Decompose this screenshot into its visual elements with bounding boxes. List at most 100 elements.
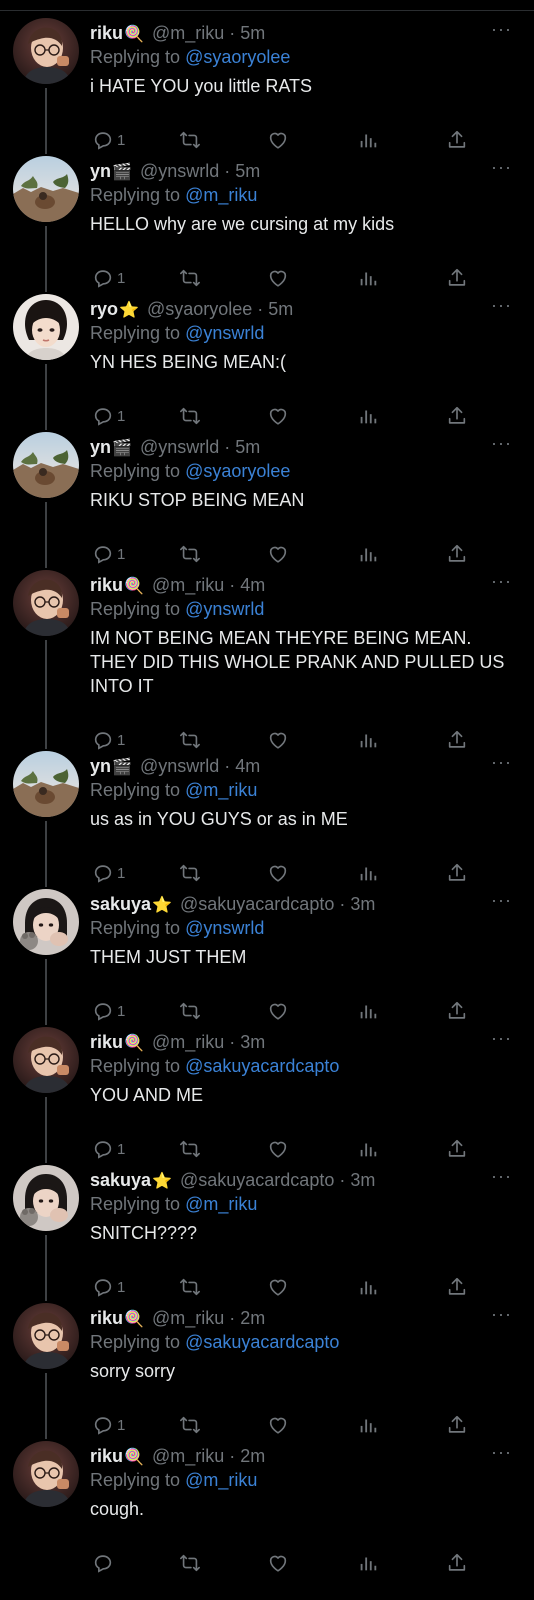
retweet-button[interactable] [179, 128, 201, 152]
share-button[interactable] [446, 1413, 468, 1437]
reply-button[interactable]: 1 [92, 542, 125, 566]
views-button[interactable] [357, 266, 379, 290]
reply-button[interactable]: 1 [92, 266, 125, 290]
user-handle[interactable]: @syaoryolee [147, 299, 252, 319]
tweet[interactable]: yn🎬 @ynswrld · 4m ··· Replying to @m_riku us a… [0, 751, 534, 897]
user-handle[interactable]: @m_riku [152, 23, 224, 43]
timestamp[interactable]: 5m [235, 161, 260, 181]
more-icon[interactable]: ··· [491, 156, 512, 178]
more-icon[interactable]: ··· [491, 432, 512, 454]
share-button[interactable] [446, 542, 468, 566]
user-handle[interactable]: @m_riku [152, 575, 224, 595]
like-button[interactable] [267, 404, 289, 428]
reply-button[interactable]: 1 [92, 404, 125, 428]
avatar[interactable] [13, 1027, 79, 1093]
timestamp[interactable]: 3m [240, 1032, 265, 1052]
more-icon[interactable]: ··· [491, 294, 512, 316]
display-name[interactable]: riku [90, 1308, 123, 1328]
display-name[interactable]: yn [90, 437, 111, 457]
mention-link[interactable]: @sakuyacardcapto [185, 1332, 339, 1352]
mention-link[interactable]: @ynswrld [185, 599, 264, 619]
retweet-button[interactable] [179, 728, 201, 752]
display-name[interactable]: riku [90, 1446, 123, 1466]
reply-button[interactable]: 1 [92, 1137, 125, 1161]
reply-button[interactable]: 1 [92, 1275, 125, 1299]
display-name[interactable]: yn [90, 161, 111, 181]
reply-button[interactable]: 1 [92, 128, 125, 152]
tweet[interactable]: riku🍭 @m_riku · 3m ··· Replying to @sakuyacar… [0, 1027, 534, 1173]
user-handle[interactable]: @m_riku [152, 1446, 224, 1466]
avatar[interactable] [13, 1441, 79, 1507]
retweet-button[interactable] [179, 1137, 201, 1161]
like-button[interactable] [267, 1413, 289, 1437]
timestamp[interactable]: 2m [240, 1308, 265, 1328]
tweet[interactable]: yn🎬 @ynswrld · 5m ··· Replying to @m_riku HELL… [0, 156, 534, 302]
like-button[interactable] [267, 266, 289, 290]
like-button[interactable] [267, 728, 289, 752]
like-button[interactable] [267, 861, 289, 885]
views-button[interactable] [357, 1551, 379, 1575]
timestamp[interactable]: 4m [240, 575, 265, 595]
reply-button[interactable]: 1 [92, 861, 125, 885]
user-handle[interactable]: @ynswrld [140, 437, 219, 457]
reply-button[interactable]: 1 [92, 999, 125, 1023]
more-icon[interactable]: ··· [491, 570, 512, 592]
avatar[interactable] [13, 889, 79, 955]
like-button[interactable] [267, 542, 289, 566]
timestamp[interactable]: 5m [240, 23, 265, 43]
more-icon[interactable]: ··· [491, 889, 512, 911]
timestamp[interactable]: 4m [235, 756, 260, 776]
share-button[interactable] [446, 1551, 468, 1575]
mention-link[interactable]: @ynswrld [185, 323, 264, 343]
display-name[interactable]: riku [90, 575, 123, 595]
retweet-button[interactable] [179, 542, 201, 566]
timestamp[interactable]: 2m [240, 1446, 265, 1466]
timestamp[interactable]: 5m [268, 299, 293, 319]
display-name[interactable]: sakuya [90, 894, 151, 914]
share-button[interactable] [446, 861, 468, 885]
retweet-button[interactable] [179, 999, 201, 1023]
retweet-button[interactable] [179, 1551, 201, 1575]
avatar[interactable] [13, 432, 79, 498]
timestamp[interactable]: 3m [350, 894, 375, 914]
user-handle[interactable]: @sakuyacardcapto [180, 1170, 334, 1190]
views-button[interactable] [357, 542, 379, 566]
more-icon[interactable]: ··· [491, 1027, 512, 1049]
reply-button[interactable]: 1 [92, 1413, 125, 1437]
like-button[interactable] [267, 128, 289, 152]
mention-link[interactable]: @m_riku [185, 1470, 257, 1490]
timestamp[interactable]: 3m [350, 1170, 375, 1190]
mention-link[interactable]: @syaoryolee [185, 47, 290, 67]
views-button[interactable] [357, 861, 379, 885]
avatar[interactable] [13, 18, 79, 84]
share-button[interactable] [446, 404, 468, 428]
mention-link[interactable]: @m_riku [185, 780, 257, 800]
user-handle[interactable]: @sakuyacardcapto [180, 894, 334, 914]
avatar[interactable] [13, 294, 79, 360]
user-handle[interactable]: @m_riku [152, 1308, 224, 1328]
reply-button[interactable]: 1 [92, 728, 125, 752]
user-handle[interactable]: @ynswrld [140, 756, 219, 776]
user-handle[interactable]: @m_riku [152, 1032, 224, 1052]
avatar[interactable] [13, 1303, 79, 1369]
display-name[interactable]: riku [90, 23, 123, 43]
tweet[interactable]: ryo⭐ @syaoryolee · 5m ··· Replying to @ynswrl… [0, 294, 534, 440]
tweet[interactable]: riku🍭 @m_riku · 2m ··· Replying to @sakuyacar… [0, 1303, 534, 1449]
user-handle[interactable]: @ynswrld [140, 161, 219, 181]
mention-link[interactable]: @sakuyacardcapto [185, 1056, 339, 1076]
more-icon[interactable]: ··· [491, 1165, 512, 1187]
share-button[interactable] [446, 1137, 468, 1161]
retweet-button[interactable] [179, 1413, 201, 1437]
like-button[interactable] [267, 1137, 289, 1161]
mention-link[interactable]: @ynswrld [185, 918, 264, 938]
share-button[interactable] [446, 128, 468, 152]
tweet[interactable]: yn🎬 @ynswrld · 5m ··· Replying to @syaoryolee… [0, 432, 534, 578]
reply-button[interactable] [92, 1551, 117, 1575]
mention-link[interactable]: @m_riku [185, 185, 257, 205]
tweet[interactable]: sakuya⭐ @sakuyacardcapto · 3m ··· Replying to… [0, 889, 534, 1035]
views-button[interactable] [357, 999, 379, 1023]
tweet[interactable]: riku🍭 @m_riku · 5m ··· Replying to @syaoryole… [0, 18, 534, 164]
retweet-button[interactable] [179, 404, 201, 428]
more-icon[interactable]: ··· [491, 1441, 512, 1463]
share-button[interactable] [446, 1275, 468, 1299]
